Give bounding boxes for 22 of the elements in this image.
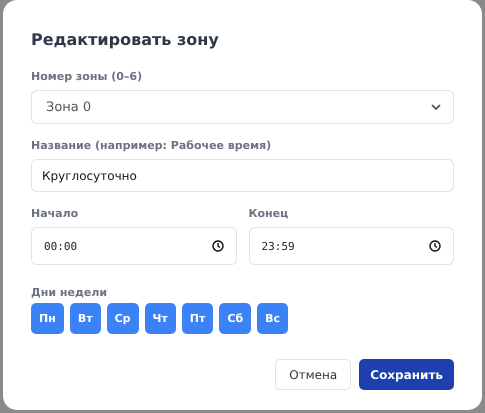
time-input[interactable]: 00:00: [31, 227, 236, 265]
field-label: Название (например: Рабочее время): [31, 139, 272, 152]
name-input[interactable]: Круглосуточно: [31, 159, 454, 192]
field-label: Начало: [31, 207, 80, 220]
field-label: Конец: [248, 207, 290, 220]
weekday-toggle[interactable]: Пн: [31, 303, 64, 334]
weekday-toggle[interactable]: Пт: [182, 303, 214, 334]
field-label: Дни недели: [31, 286, 108, 299]
weekday-toggle[interactable]: Чт: [144, 303, 176, 334]
time-input[interactable]: 23:59: [248, 227, 454, 265]
weekday-toggle[interactable]: Вт: [70, 303, 101, 334]
save-button[interactable]: Сохранить: [359, 359, 454, 390]
dialog-title: Редактировать зону: [31, 30, 220, 49]
weekday-toggle[interactable]: Вс: [257, 303, 288, 334]
clock-icon: [429, 240, 441, 252]
field-label: Номер зоны (0–6): [31, 70, 144, 83]
weekday-toggle[interactable]: Ср: [106, 303, 139, 334]
chevron-down-icon: [431, 104, 441, 110]
weekday-toggle[interactable]: Сб: [219, 303, 252, 334]
cancel-button[interactable]: Отмена: [275, 359, 352, 390]
clock-icon: [212, 240, 224, 252]
zone-select[interactable]: Зона 0: [31, 90, 454, 124]
